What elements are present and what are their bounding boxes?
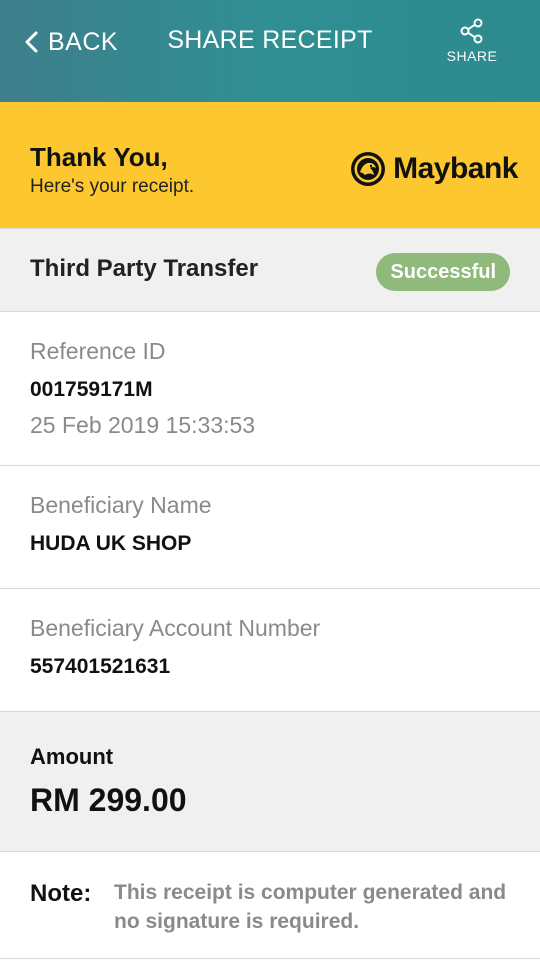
brand-name: Maybank (393, 152, 518, 185)
note-label: Note: (30, 880, 92, 907)
beneficiary-account-section: Beneficiary Account Number 557401521631 (0, 589, 540, 712)
app-header: BACK SHARE RECEIPT SHARE (0, 0, 540, 102)
note-text: This receipt is computer generated and n… (114, 881, 507, 933)
beneficiary-account-label: Beneficiary Account Number (30, 615, 321, 641)
share-label: SHARE (446, 48, 498, 64)
beneficiary-name: HUDA UK SHOP (30, 532, 192, 555)
transaction-datetime: 25 Feb 2019 15:33:53 (30, 412, 256, 438)
reference-id: 001759171M (30, 378, 153, 401)
beneficiary-name-label: Beneficiary Name (30, 492, 212, 518)
transfer-type: Third Party Transfer (30, 255, 259, 282)
share-button[interactable]: SHARE (444, 18, 500, 64)
maybank-logo: Maybank (349, 150, 518, 188)
maybank-tiger-logo (351, 152, 386, 186)
amount-label: Amount (30, 744, 114, 769)
thank-you-banner: Thank You, Here's your receipt. Maybank (0, 102, 540, 228)
thank-you-subtitle: Here's your receipt. (30, 176, 195, 197)
thank-you-heading: Thank You, (30, 142, 168, 172)
beneficiary-name-section: Beneficiary Name HUDA UK SHOP (0, 466, 540, 589)
beneficiary-account-number: 557401521631 (30, 655, 171, 678)
reference-section: Reference ID 001759171M 25 Feb 2019 15:3… (0, 312, 540, 466)
amount-section: Amount RM 299.00 (0, 712, 540, 852)
status-badge: Successful (376, 253, 510, 291)
transfer-summary: Third Party Transfer Successful (0, 228, 540, 312)
note-section: Note: This receipt is computer generated… (0, 852, 540, 959)
reference-label: Reference ID (30, 338, 166, 364)
amount-value: RM 299.00 (30, 782, 187, 818)
share-icon (460, 18, 483, 44)
